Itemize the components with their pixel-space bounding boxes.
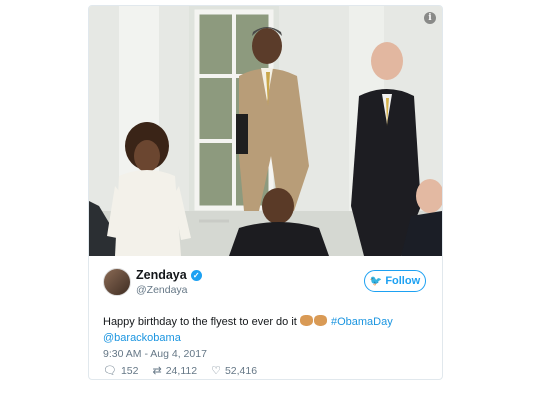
reply-icon: 🗨 <box>103 365 117 377</box>
reply-count: 152 <box>120 364 139 377</box>
tweet-text-main: Happy birthday to the flyest to ever do … <box>103 316 297 328</box>
follow-label: Follow <box>385 275 421 287</box>
info-icon[interactable]: i <box>424 12 436 24</box>
tweet-body: Zendaya ✓ @Zendaya 🐦 Follow Happy birthd… <box>89 256 442 379</box>
verified-icon: ✓ <box>190 269 202 281</box>
clap-emoji-icon <box>313 315 327 326</box>
author-name-row: Zendaya ✓ <box>136 268 202 282</box>
retweet-icon: ⇄ <box>152 365 162 377</box>
author-handle[interactable]: @Zendaya <box>136 284 188 296</box>
tweet-photo[interactable]: i <box>89 6 442 256</box>
tweet-card: i Zendaya ✓ @Zendaya 🐦 Follow Happy birt… <box>88 5 443 380</box>
tweet-text: Happy birthday to the flyest to ever do … <box>103 314 433 346</box>
tweet-timestamp[interactable]: 9:30 AM - Aug 4, 2017 <box>103 348 207 360</box>
like-count: 52,416 <box>224 364 258 377</box>
tweet-actions: 🗨 152 ⇄ 24,112 ♡ 52,416 <box>103 364 258 378</box>
photo-illustration <box>89 6 442 256</box>
avatar[interactable] <box>103 268 131 296</box>
retweet-action[interactable]: ⇄ 24,112 <box>152 364 198 378</box>
mention-link[interactable]: @barackobama <box>103 332 181 344</box>
twitter-bird-icon: 🐦 <box>369 275 383 287</box>
retweet-count: 24,112 <box>165 364 198 377</box>
like-icon: ♡ <box>211 365 221 377</box>
author-display-name[interactable]: Zendaya <box>136 268 187 282</box>
follow-button[interactable]: 🐦 Follow <box>364 270 426 292</box>
hashtag-link[interactable]: #ObamaDay <box>331 316 393 328</box>
clap-emoji-icon <box>299 315 313 326</box>
reply-action[interactable]: 🗨 152 <box>103 364 139 378</box>
like-action[interactable]: ♡ 52,416 <box>211 364 258 378</box>
